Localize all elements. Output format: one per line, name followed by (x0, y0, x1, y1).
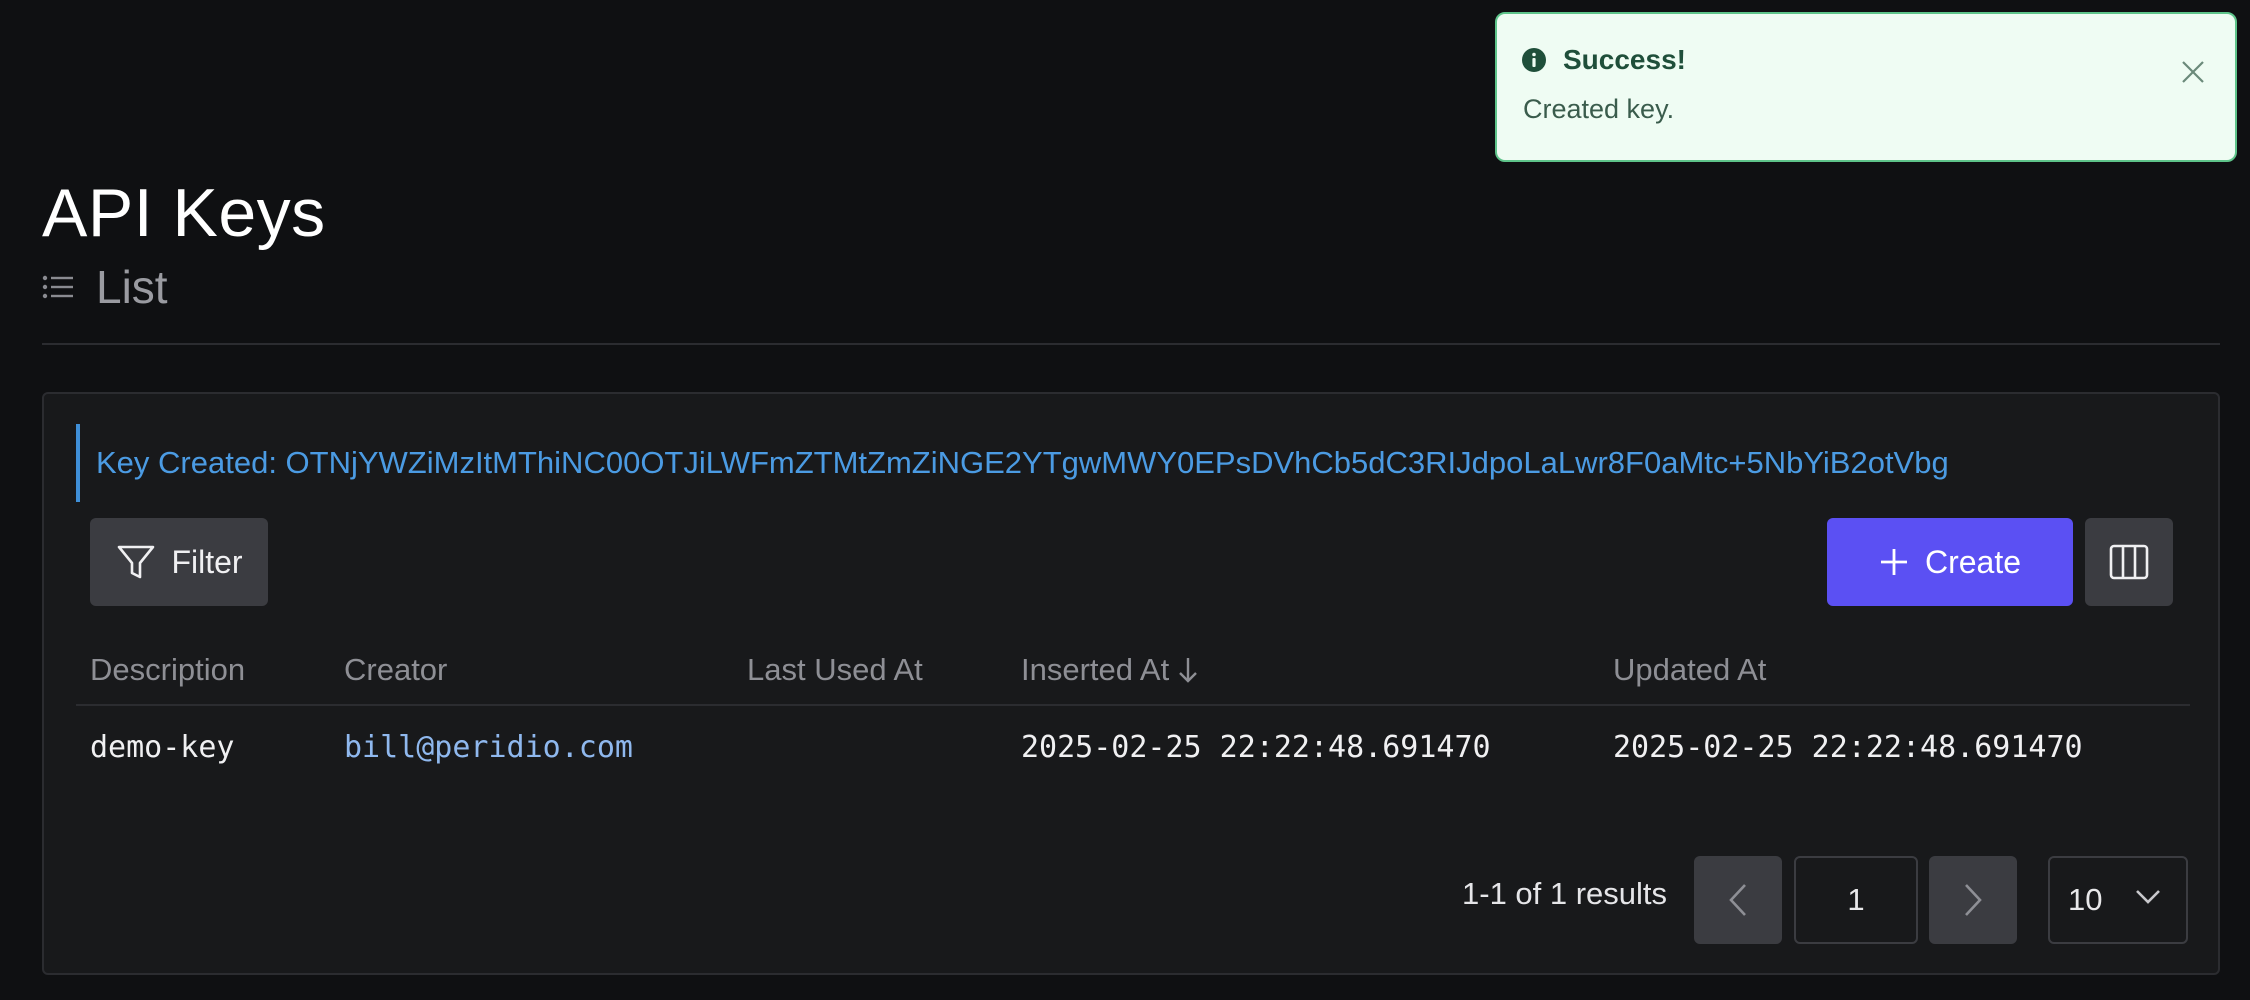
page-subtitle: List (42, 256, 326, 318)
chevron-left-icon (1728, 882, 1748, 918)
table-header: Description Creator Last Used At Inserte… (76, 634, 2190, 706)
list-icon (42, 271, 74, 303)
column-header-updated-at[interactable]: Updated At (1613, 634, 1766, 706)
cell-description: demo-key (90, 729, 235, 765)
current-page[interactable]: 1 (1794, 856, 1918, 944)
columns-button[interactable] (2085, 518, 2173, 606)
column-header-inserted-at-label: Inserted At (1021, 652, 1170, 687)
column-header-inserted-at[interactable]: Inserted At (1021, 634, 1199, 706)
close-icon[interactable] (2179, 58, 2207, 86)
cell-creator-link[interactable]: bill@peridio.com (344, 706, 633, 788)
toast-message: Created key. (1523, 94, 1675, 124)
api-keys-panel: Key Created: OTNjYWZiMzItMThiNC00OTJiLWF… (42, 392, 2220, 975)
api-keys-table: Description Creator Last Used At Inserte… (76, 634, 2190, 788)
page-title: API Keys (42, 175, 326, 251)
table-row[interactable]: demo-key bill@peridio.com 2025-02-25 22:… (76, 706, 2190, 788)
info-icon (1521, 46, 1549, 74)
arrow-down-icon (1177, 656, 1199, 684)
create-button-label: Create (1924, 543, 2022, 580)
column-header-creator[interactable]: Creator (344, 634, 447, 706)
toast-header: Success! (1521, 40, 2211, 80)
column-header-description[interactable]: Description (90, 634, 245, 706)
next-page-button[interactable] (1929, 856, 2017, 944)
page-header: API Keys List (42, 168, 326, 318)
toast-title: Success! (1563, 44, 1686, 75)
column-header-last-used-at[interactable]: Last Used At (747, 634, 923, 706)
subtitle-text: List (96, 261, 168, 313)
success-toast: Success! Created key. (1495, 12, 2237, 162)
filter-button[interactable]: Filter (90, 518, 268, 606)
filter-button-label: Filter (171, 543, 243, 580)
filter-icon (115, 541, 157, 583)
cell-updated-at: 2025-02-25 22:22:48.691470 (1613, 729, 2083, 765)
page-size-select[interactable]: 10 (2048, 856, 2188, 944)
columns-icon (2109, 544, 2149, 580)
plus-icon (1879, 547, 1909, 577)
chevron-right-icon (1963, 882, 1983, 918)
create-button[interactable]: Create (1827, 518, 2073, 606)
results-count: 1-1 of 1 results (1462, 876, 1668, 911)
previous-page-button[interactable] (1694, 856, 1782, 944)
cell-inserted-at: 2025-02-25 22:22:48.691470 (1021, 729, 1491, 765)
chevron-down-icon (2134, 888, 2162, 906)
header-divider (42, 343, 2220, 345)
key-created-banner: Key Created: OTNjYWZiMzItMThiNC00OTJiLWF… (76, 424, 1949, 502)
page-size-value: 10 (2068, 882, 2103, 917)
